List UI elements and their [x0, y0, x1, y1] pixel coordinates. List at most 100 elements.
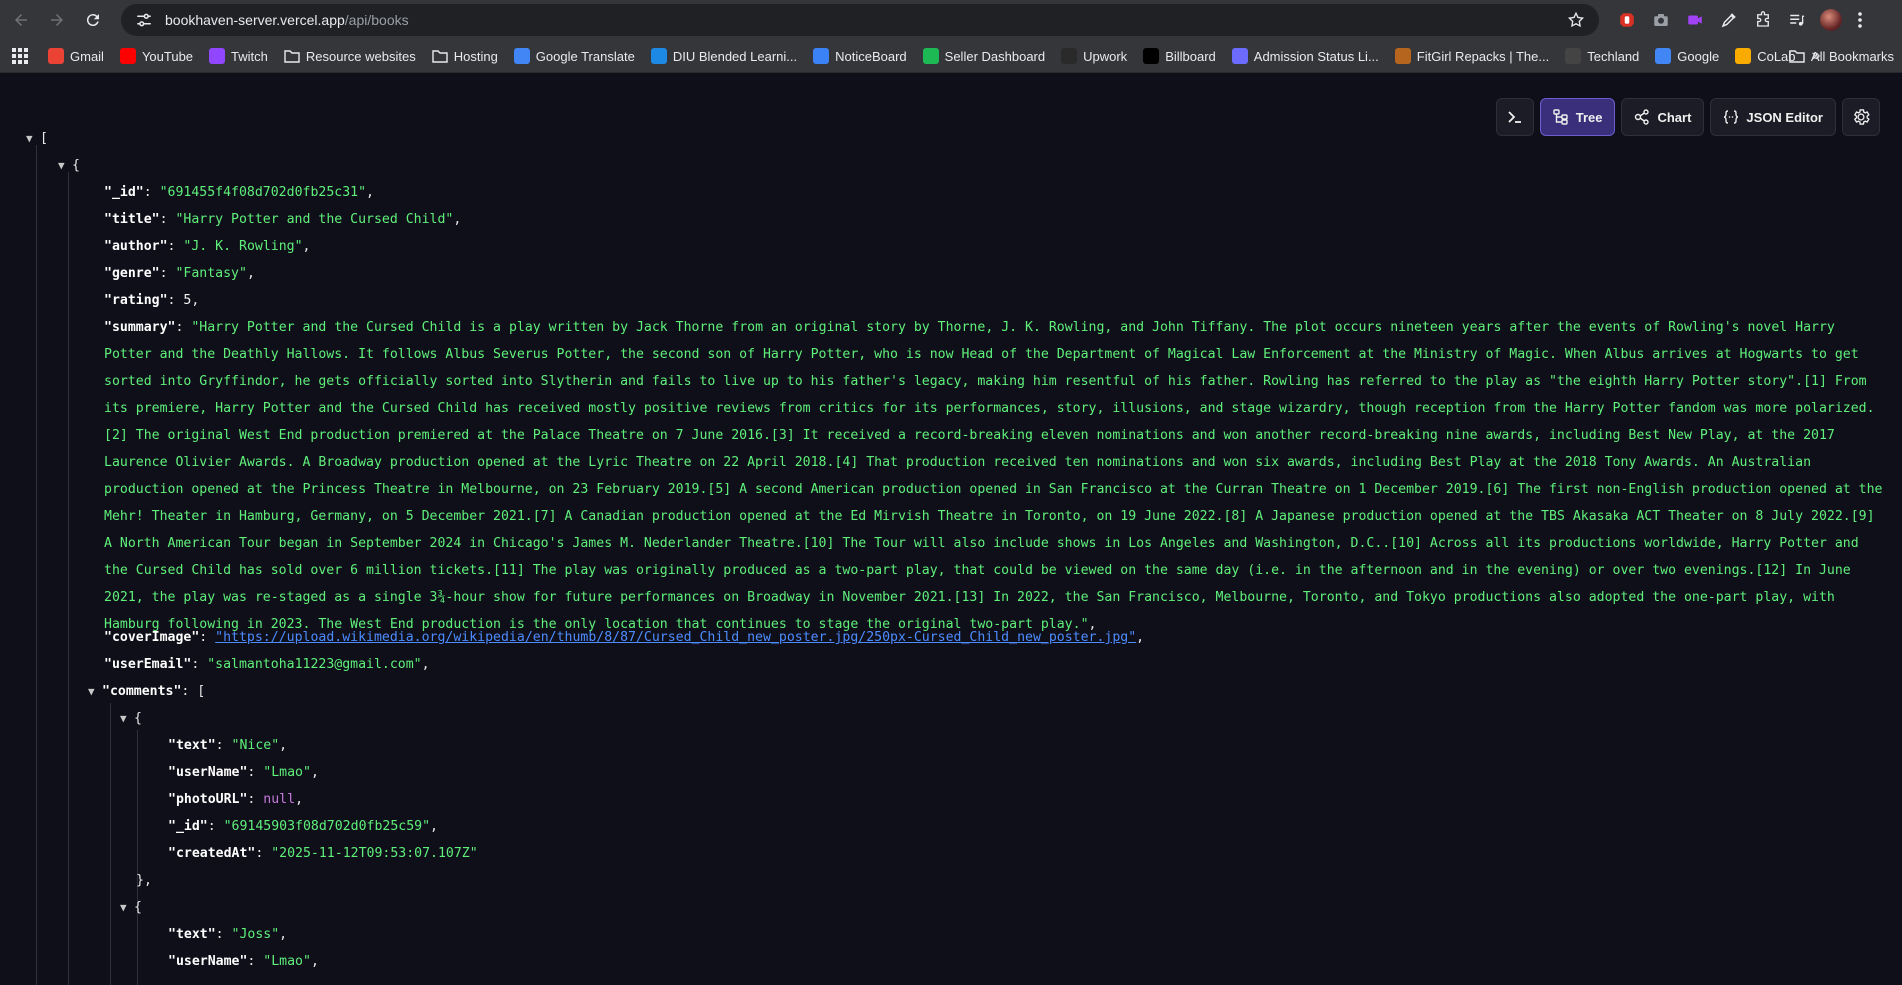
extensions-button[interactable]: [1748, 5, 1778, 35]
arrow-left-icon: [15, 14, 27, 26]
bookmark-item[interactable]: Hosting: [424, 43, 506, 69]
bookmark-item[interactable]: Twitch: [201, 43, 276, 69]
apps-grid-icon[interactable]: [12, 48, 28, 64]
admission-icon: [1231, 48, 1248, 64]
tree-view-button[interactable]: Tree: [1539, 98, 1616, 136]
collapse-triangle-icon[interactable]: ▼: [120, 894, 134, 921]
bookmark-item[interactable]: Billboard: [1135, 43, 1224, 69]
forward-button[interactable]: [42, 5, 72, 35]
field-comments-row[interactable]: ▼ "comments": [: [88, 678, 205, 705]
comment-object-row[interactable]: ▼{: [120, 705, 142, 732]
bookmark-label: Google: [1677, 48, 1720, 64]
bookmark-label: Gmail: [70, 48, 104, 64]
extension-adblock[interactable]: [1612, 5, 1642, 35]
bookmark-item[interactable]: Google: [1647, 43, 1727, 69]
bookmark-item[interactable]: YouTube: [112, 43, 201, 69]
bookmark-item[interactable]: Admission Status Li...: [1224, 43, 1387, 69]
field-key: "comments": [102, 684, 182, 699]
collapse-triangle-icon[interactable]: ▼: [58, 152, 72, 179]
twitch-icon: [209, 48, 226, 64]
extension-recorder[interactable]: [1680, 5, 1710, 35]
extension-colorpicker[interactable]: [1714, 5, 1744, 35]
collapse-triangle-icon[interactable]: ▼: [88, 678, 102, 705]
media-controls-button[interactable]: [1782, 5, 1812, 35]
bookmark-item[interactable]: FitGirl Repacks | The...: [1387, 43, 1557, 69]
comment-username-row: "userName": "Lmao",: [168, 954, 319, 969]
site-settings-icon[interactable]: [135, 11, 153, 29]
bookmark-label: FitGirl Repacks | The...: [1416, 48, 1550, 64]
folder-icon: [432, 50, 448, 63]
bookmark-label: Seller Dashboard: [944, 48, 1046, 64]
bookmark-item[interactable]: Gmail: [40, 43, 112, 69]
braces-icon: [1724, 110, 1739, 124]
bookmark-label: Resource websites: [305, 48, 416, 64]
bookmark-label: Techland: [1587, 48, 1640, 64]
google-icon: [1655, 48, 1672, 64]
bookmark-star-icon[interactable]: [1567, 11, 1585, 29]
bookmark-label: Google Translate: [535, 48, 635, 64]
comment-object-row[interactable]: ▼{: [120, 894, 142, 921]
field-title-row: "title": "Harry Potter and the Cursed Ch…: [104, 212, 462, 227]
folder-icon: [1789, 50, 1805, 63]
browser-menu-button[interactable]: [1850, 5, 1870, 35]
collapse-triangle-icon[interactable]: ▼: [120, 705, 134, 732]
field-key: "photoURL": [168, 792, 248, 807]
bookmark-item[interactable]: Upwork: [1053, 43, 1135, 69]
video-icon: [1688, 15, 1702, 25]
field-value: "salmantoha11223@gmail.com": [207, 657, 422, 672]
camera-icon: [1654, 14, 1668, 26]
all-bookmarks-label: All Bookmarks: [1810, 48, 1894, 64]
comment-close-row: },: [136, 867, 152, 894]
field-author-row: "author": "J. K. Rowling",: [104, 239, 311, 254]
field-value: "Nice": [231, 738, 280, 753]
field-key: "_id": [104, 185, 144, 200]
bookmark-label: Admission Status Li...: [1253, 48, 1379, 64]
extension-screenshot[interactable]: [1646, 5, 1676, 35]
field-key: "text": [168, 927, 216, 942]
terminal-button[interactable]: [1495, 98, 1534, 136]
bookmark-label: DIU Blended Learni...: [672, 48, 798, 64]
bookmark-label: Hosting: [453, 48, 498, 64]
all-bookmarks-button[interactable]: All Bookmarks: [1781, 43, 1902, 69]
bookmarks-bar: Gmail YouTube Twitch Resource websites Hosti…: [0, 40, 1902, 73]
puzzle-icon: [1757, 11, 1769, 27]
json-object-row[interactable]: ▼{: [58, 152, 80, 179]
browser-toolbar: bookhaven-server.vercel.app/api/books: [0, 0, 1902, 40]
bookmark-label: YouTube: [141, 48, 194, 64]
array-open-bracket: [: [40, 131, 48, 146]
json-editor-label: JSON Editor: [1746, 109, 1823, 125]
json-viewer-toolbar: Tree Chart JSON Editor: [1495, 98, 1880, 136]
fitgirl-icon: [1394, 48, 1411, 64]
bookmark-item[interactable]: Resource websites: [276, 43, 424, 69]
address-bar[interactable]: bookhaven-server.vercel.app/api/books: [121, 4, 1599, 36]
bookmark-item[interactable]: NoticeBoard: [805, 43, 915, 69]
field-value: "Harry Potter and the Cursed Child": [175, 212, 454, 227]
field-key: "createdAt": [168, 846, 256, 861]
field-useremail-row: "userEmail": "salmantoha11223@gmail.com"…: [104, 657, 430, 672]
field-value: "691455f4f08d702d0fb25c31": [159, 185, 367, 200]
json-editor-button[interactable]: JSON Editor: [1710, 98, 1836, 136]
bookmark-item[interactable]: Seller Dashboard: [915, 43, 1053, 69]
chart-view-button[interactable]: Chart: [1621, 98, 1705, 136]
json-array-row[interactable]: ▼[: [26, 125, 48, 152]
field-key: "text": [168, 738, 216, 753]
arrow-right-icon: [51, 14, 63, 26]
field-value: "Lmao": [263, 954, 311, 969]
settings-button[interactable]: [1842, 98, 1880, 136]
comment-photourl-row: "photoURL": null,: [168, 792, 304, 807]
profile-avatar[interactable]: [1820, 9, 1842, 31]
field-value: "J. K. Rowling": [183, 239, 303, 254]
bookmark-item[interactable]: Techland: [1557, 43, 1647, 69]
field-id-row: "_id": "691455f4f08d702d0fb25c31",: [104, 185, 374, 200]
cover-image-link[interactable]: "https://upload.wikimedia.org/wikipedia/…: [215, 630, 1136, 645]
comment-text-row: "text": "Nice",: [168, 738, 288, 753]
object-close-brace: },: [136, 873, 152, 888]
back-button[interactable]: [6, 5, 36, 35]
bookmark-item[interactable]: DIU Blended Learni...: [643, 43, 805, 69]
collapse-triangle-icon[interactable]: ▼: [26, 125, 40, 152]
extensions-area: [1612, 5, 1870, 35]
url-text[interactable]: bookhaven-server.vercel.app/api/books: [165, 12, 409, 28]
reload-button[interactable]: [78, 5, 108, 35]
translate-icon: [513, 48, 530, 64]
bookmark-item[interactable]: Google Translate: [506, 43, 643, 69]
